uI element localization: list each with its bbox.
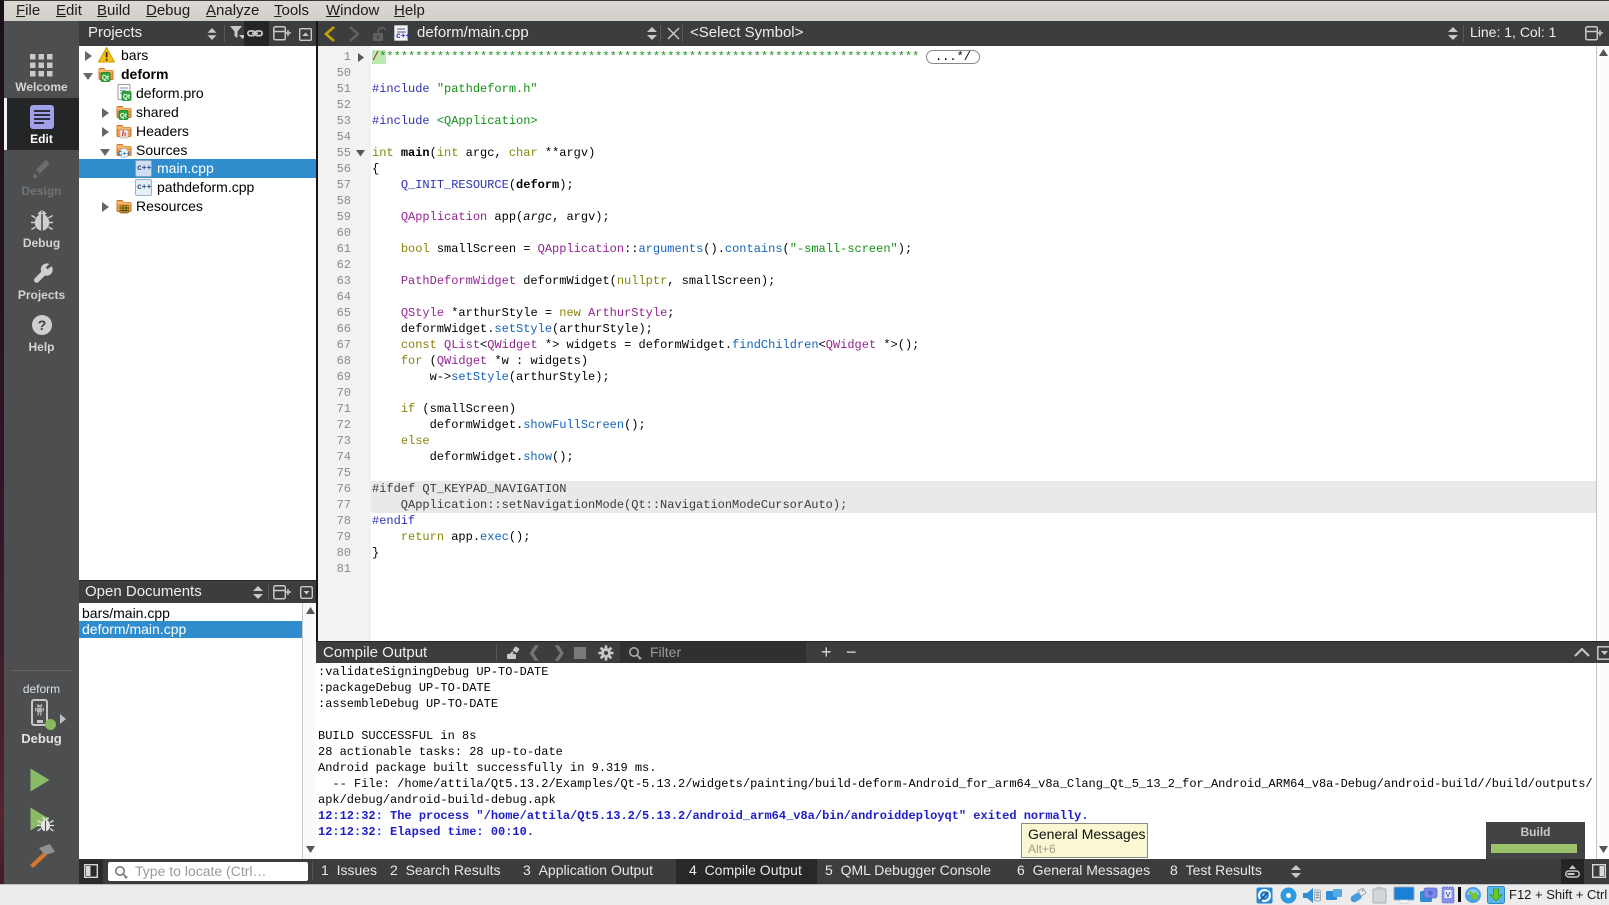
svg-text:C++: C++ — [118, 151, 130, 158]
svg-text:V: V — [1445, 890, 1450, 899]
svg-text:h: h — [122, 129, 127, 139]
svg-text:?: ? — [38, 317, 47, 333]
